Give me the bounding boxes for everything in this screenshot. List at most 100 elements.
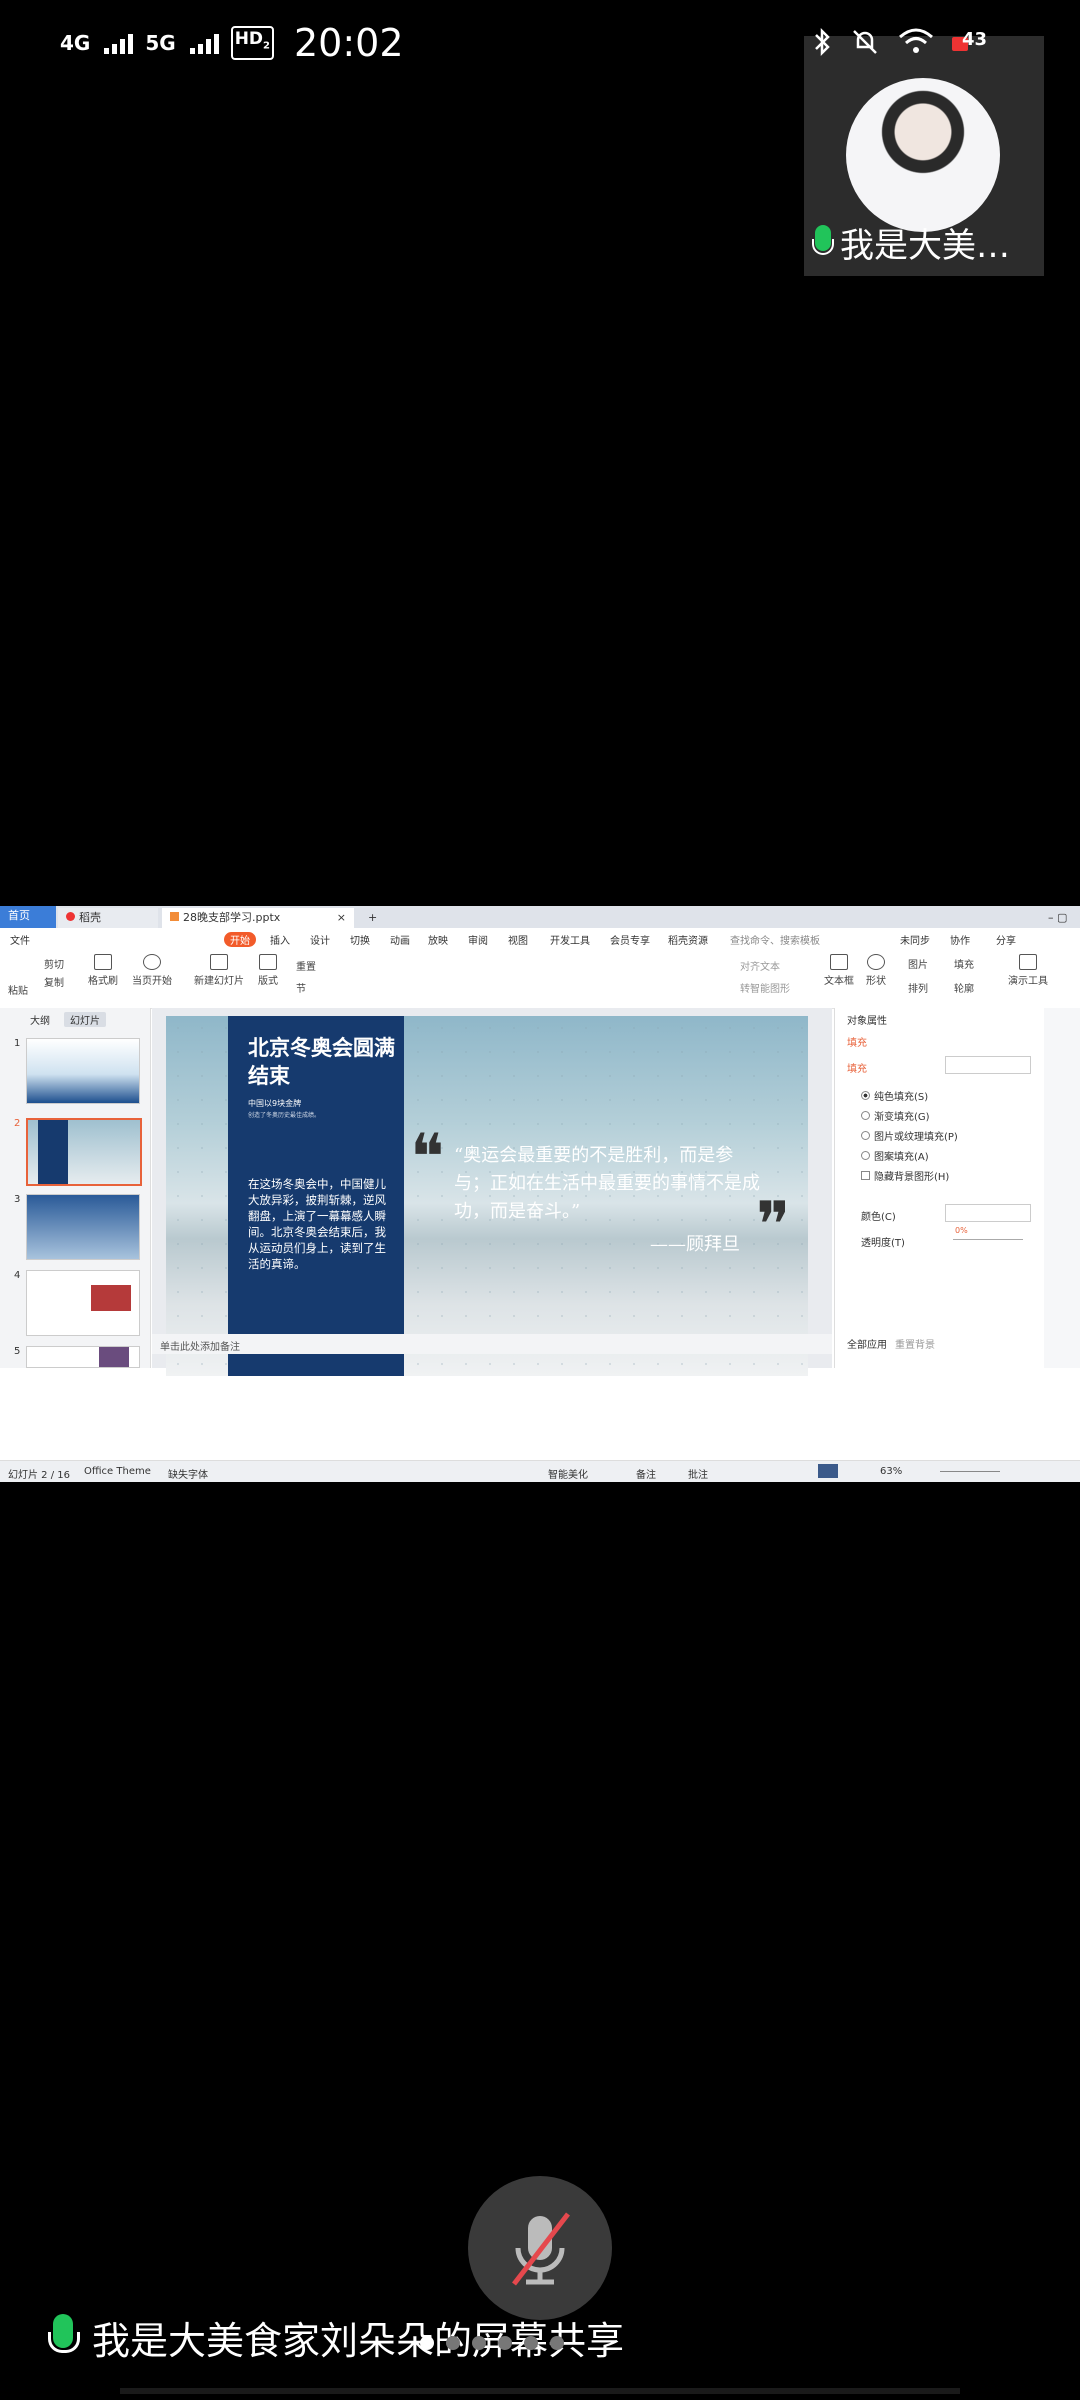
- picture-fill-option[interactable]: 图片或纹理填充(P): [861, 1128, 958, 1143]
- radio-icon: [861, 1151, 870, 1160]
- shared-screen[interactable]: 首页 稻壳 28晚支部学习.pptx× + – ▢ × 文件 开始 插入 设计 …: [0, 906, 1080, 1482]
- paste-button[interactable]: 粘贴: [8, 982, 28, 997]
- gradient-fill-option[interactable]: 渐变填充(G): [861, 1108, 930, 1123]
- apply-all-button[interactable]: 全部应用: [847, 1336, 887, 1351]
- radio-icon: [861, 1091, 870, 1100]
- new-slide-button[interactable]: 新建幻灯片: [194, 954, 244, 987]
- menu-bar: 文件 开始 插入 设计 切换 动画 放映 审阅 视图 开发工具 会员专享 稻壳资…: [0, 928, 1080, 951]
- slide-subtitle[interactable]: 中国以9块金牌: [248, 1098, 301, 1109]
- notes-field[interactable]: 单击此处添加备注: [152, 1334, 832, 1354]
- menu-file[interactable]: 文件: [10, 932, 30, 947]
- cut-button[interactable]: 剪切: [44, 956, 64, 971]
- menu-view[interactable]: 视图: [508, 932, 528, 947]
- menu-start[interactable]: 开始: [224, 932, 256, 947]
- status-bar-left: 4G 5G HD2 20:02: [60, 18, 404, 68]
- color-picker[interactable]: [945, 1204, 1031, 1222]
- quote-close-mark: ❞: [756, 1189, 791, 1263]
- hide-bg-option[interactable]: 隐藏背景图形(H): [861, 1168, 949, 1183]
- participant-pip-window[interactable]: 我是大美…: [804, 36, 1044, 276]
- outline-button[interactable]: 轮廓: [954, 980, 974, 995]
- tab-outline[interactable]: 大纲: [30, 1012, 50, 1027]
- menu-transition[interactable]: 切换: [350, 932, 370, 947]
- zoom-slider[interactable]: [940, 1471, 1000, 1472]
- tab-docer[interactable]: 稻壳: [58, 908, 158, 928]
- current-slide[interactable]: 北京冬奥会圆满结束 中国以9块金牌 创造了冬奥历史最佳成绩。 在这场冬奥会中，中…: [166, 1016, 808, 1376]
- beautify-button[interactable]: 智能美化: [548, 1466, 588, 1481]
- menu-design[interactable]: 设计: [310, 932, 330, 947]
- shape-button[interactable]: 形状: [866, 954, 886, 987]
- reset-background-button[interactable]: 重置背景: [895, 1336, 935, 1351]
- solid-fill-option[interactable]: 纯色填充(S): [861, 1088, 928, 1103]
- format-painter-button[interactable]: 格式刷: [88, 954, 118, 987]
- page-indicator[interactable]: [420, 2336, 564, 2350]
- mic-off-icon: [512, 2212, 570, 2286]
- slide-thumb-4[interactable]: [26, 1270, 140, 1336]
- slide-thumb-1[interactable]: [26, 1038, 140, 1104]
- slide-thumb-2[interactable]: [26, 1118, 142, 1186]
- mute-button[interactable]: [468, 2176, 612, 2320]
- quote-open-mark: ❝: [410, 1121, 445, 1195]
- menu-insert[interactable]: 插入: [270, 932, 290, 947]
- menu-member[interactable]: 会员专享: [610, 932, 650, 947]
- fill-section-header[interactable]: 填充: [847, 1060, 867, 1075]
- slide-thumb-3[interactable]: [26, 1194, 140, 1260]
- clock: 20:02: [294, 21, 404, 65]
- textbox-button[interactable]: 文本框: [824, 954, 854, 987]
- tab-home[interactable]: 首页: [0, 906, 56, 928]
- status-bar-right: 43: [812, 20, 988, 64]
- play-from-current-button[interactable]: 当页开始: [132, 954, 172, 987]
- comments-toggle[interactable]: 批注: [688, 1466, 708, 1481]
- picture-button[interactable]: 图片: [908, 956, 928, 971]
- arrange-button[interactable]: 排列: [908, 980, 928, 995]
- align-text-button[interactable]: 对齐文本: [740, 958, 780, 973]
- tab-slides[interactable]: 幻灯片: [64, 1012, 106, 1027]
- window-controls[interactable]: – ▢ ×: [1040, 908, 1080, 944]
- tab-document[interactable]: 28晚支部学习.pptx ×: [162, 908, 354, 928]
- missing-font-button[interactable]: 缺失字体: [168, 1466, 208, 1481]
- slide-thumb-5[interactable]: [26, 1346, 140, 1368]
- section-button[interactable]: 节: [296, 980, 306, 995]
- menu-slideshow[interactable]: 放映: [428, 932, 448, 947]
- pattern-fill-option[interactable]: 图案填充(A): [861, 1148, 929, 1163]
- notes-toggle[interactable]: 备注: [636, 1466, 656, 1481]
- slide-body-text[interactable]: 在这场冬奥会中，中国健儿大放异彩，披荆斩棘，逆风翻盘，上演了一幕幕感人瞬间。北京…: [248, 1176, 394, 1272]
- checkbox-icon: [861, 1171, 870, 1180]
- sync-status[interactable]: 未同步: [900, 932, 930, 947]
- avatar: [846, 78, 1000, 232]
- zoom-level[interactable]: 63%: [880, 1466, 902, 1477]
- fill-dropdown[interactable]: [945, 1056, 1031, 1074]
- copy-button[interactable]: 复制: [44, 974, 64, 989]
- thumb-number: 1: [14, 1038, 21, 1049]
- layout-button[interactable]: 版式: [258, 954, 278, 987]
- title-panel[interactable]: 北京冬奥会圆满结束 中国以9块金牌 创造了冬奥历史最佳成绩。 在这场冬奥会中，中…: [228, 1016, 404, 1376]
- opacity-slider[interactable]: 0%: [945, 1226, 1029, 1244]
- menu-docer[interactable]: 稻壳资源: [668, 932, 708, 947]
- menu-animation[interactable]: 动画: [390, 932, 410, 947]
- opacity-label: 透明度(T): [861, 1238, 905, 1249]
- side-toolbar[interactable]: [1044, 1008, 1080, 1368]
- fill-button[interactable]: 填充: [954, 956, 974, 971]
- slide-quote[interactable]: “奥运会最重要的不是胜利，而是参与；正如在生活中最重要的事情不是成功，而是奋斗。…: [454, 1142, 764, 1226]
- signal-icon-2: [189, 32, 219, 54]
- smart-art-button[interactable]: 转智能图形: [740, 980, 790, 995]
- share-button[interactable]: 分享: [996, 932, 1016, 947]
- theme-name: Office Theme: [84, 1466, 151, 1477]
- slide-counter: 幻灯片 2 / 16: [8, 1470, 70, 1481]
- collab-button[interactable]: 协作: [950, 932, 970, 947]
- slide-editor[interactable]: 北京冬奥会圆满结束 中国以9块金牌 创造了冬奥历史最佳成绩。 在这场冬奥会中，中…: [152, 1008, 832, 1376]
- slide-thumbnail-panel: 大纲 幻灯片 1 2 3 4 5: [0, 1008, 151, 1368]
- menu-developer[interactable]: 开发工具: [550, 932, 590, 947]
- play-slideshow-button[interactable]: [818, 1464, 838, 1478]
- tab-fill[interactable]: 填充: [847, 1034, 867, 1049]
- home-indicator[interactable]: [120, 2388, 960, 2394]
- command-search[interactable]: 查找命令、搜索模板: [730, 932, 820, 947]
- menu-review[interactable]: 审阅: [468, 932, 488, 947]
- slide-subtitle-2[interactable]: 创造了冬奥历史最佳成绩。: [248, 1110, 320, 1119]
- participant-name: 我是大美…: [840, 226, 1010, 266]
- quote-author[interactable]: ——顾拜旦: [650, 1230, 740, 1256]
- thumb-number: 5: [14, 1346, 21, 1357]
- presentation-tools-button[interactable]: 演示工具: [1008, 954, 1048, 987]
- reset-button[interactable]: 重置: [296, 958, 316, 973]
- new-tab-icon[interactable]: +: [360, 908, 380, 928]
- slide-title[interactable]: 北京冬奥会圆满结束: [248, 1034, 398, 1090]
